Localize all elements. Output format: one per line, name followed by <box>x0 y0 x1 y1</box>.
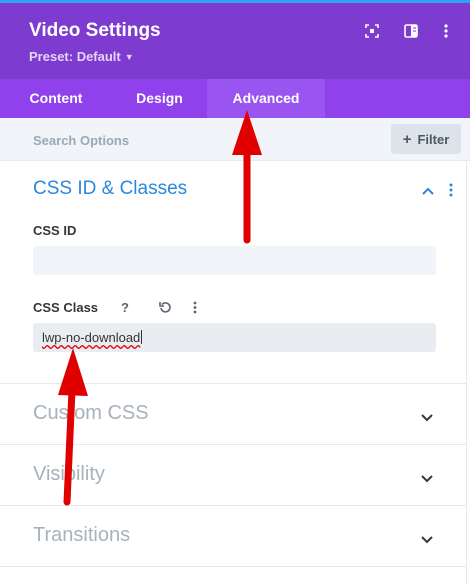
section-title-custom-css[interactable]: Custom CSS <box>33 402 149 425</box>
field-more-icon[interactable] <box>188 300 202 314</box>
divider <box>0 505 466 506</box>
plus-icon: + <box>402 130 412 148</box>
divider <box>0 566 466 567</box>
chevron-down-icon[interactable] <box>421 409 435 423</box>
filter-label: Filter <box>417 131 450 147</box>
filter-button[interactable]: + Filter <box>391 124 461 154</box>
divider <box>0 383 466 384</box>
chevron-up-icon[interactable] <box>421 184 435 198</box>
section-more-icon[interactable] <box>444 183 458 197</box>
split-view-icon[interactable] <box>403 23 419 39</box>
preset-dropdown[interactable]: Preset: Default ▼ <box>29 49 134 64</box>
modal-title: Video Settings <box>29 20 161 41</box>
tab-content[interactable]: Content <box>0 79 112 118</box>
css-id-input[interactable] <box>33 246 436 275</box>
chevron-down-icon[interactable] <box>421 470 435 484</box>
css-class-value: lwp-no-download <box>42 330 141 345</box>
focus-icon[interactable] <box>364 23 380 39</box>
search-bar: + Filter <box>0 118 470 161</box>
css-id-label: CSS ID <box>33 223 77 238</box>
css-class-input[interactable]: lwp-no-download <box>33 323 436 352</box>
text-cursor <box>141 330 143 344</box>
settings-header: Video Settings Preset: Default ▼ <box>0 3 470 79</box>
more-vertical-icon[interactable] <box>438 23 454 39</box>
section-title-visibility[interactable]: Visibility <box>33 463 105 486</box>
search-options-input[interactable] <box>16 126 395 154</box>
preset-label: Preset: Default <box>29 49 121 64</box>
chevron-down-icon[interactable] <box>421 531 435 545</box>
section-title-transitions[interactable]: Transitions <box>33 524 130 547</box>
tab-bar: Content Design Advanced <box>0 79 470 118</box>
css-class-label: CSS Class <box>33 300 99 315</box>
divider <box>0 444 466 445</box>
reset-icon[interactable] <box>158 300 172 314</box>
css-class-value-wrap: lwp-no-download <box>42 330 143 345</box>
help-icon[interactable]: ? <box>118 300 132 315</box>
tab-design[interactable]: Design <box>112 79 207 118</box>
options-panel: CSS ID & Classes CSS ID CSS Class ? lwp-… <box>0 161 467 584</box>
caret-down-icon: ▼ <box>124 52 134 62</box>
section-title-css[interactable]: CSS ID & Classes <box>33 178 187 200</box>
tab-advanced[interactable]: Advanced <box>207 79 325 118</box>
